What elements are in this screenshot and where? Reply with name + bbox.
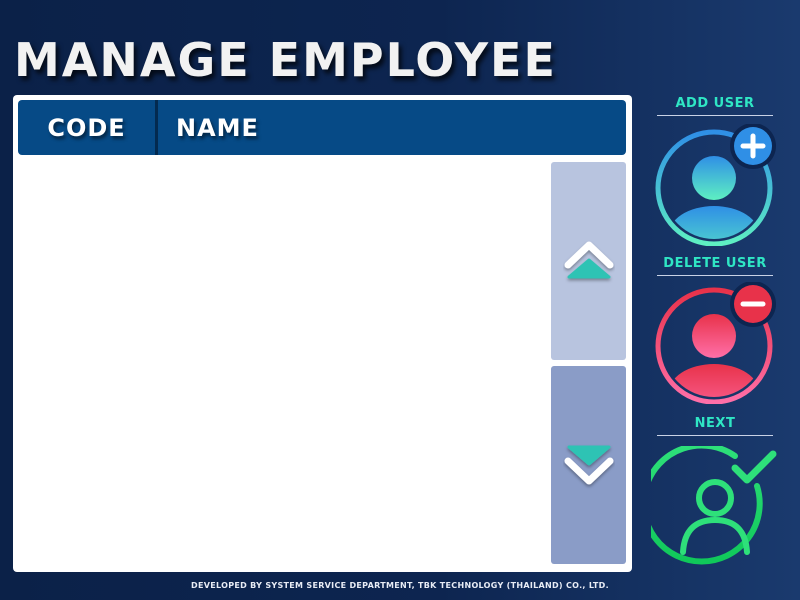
user-check-icon [640, 442, 777, 565]
page-title: Manage Employee [14, 33, 557, 87]
next-divider [657, 435, 773, 436]
employee-list[interactable] [18, 161, 543, 565]
table-header: CODE NAME [18, 100, 626, 155]
scroll-up-button[interactable] [551, 162, 626, 360]
footer-credit: DEVELOPED BY SYSTEM SERVICE DEPARTMENT, … [191, 581, 609, 590]
next-section: NEXT [655, 416, 775, 436]
column-header-code-label: CODE [47, 113, 126, 142]
employee-table-panel: CODE NAME [13, 95, 632, 572]
delete-user-divider [657, 275, 773, 276]
add-user-divider [657, 115, 773, 116]
add-user-icon [655, 123, 776, 247]
delete-user-label: DELETE USER [663, 256, 767, 271]
column-header-name: NAME [158, 100, 626, 155]
column-header-code: CODE [18, 100, 158, 155]
add-user-section: ADD USER [655, 96, 775, 116]
add-user-label: ADD USER [675, 96, 755, 111]
chevron-up-icon [564, 241, 613, 279]
next-button[interactable] [640, 442, 783, 576]
delete-user-icon [655, 281, 776, 405]
scroll-down-button[interactable] [551, 366, 626, 564]
delete-user-button[interactable] [653, 281, 783, 408]
delete-user-section: DELETE USER [655, 256, 775, 276]
next-label: NEXT [694, 416, 736, 431]
add-user-button[interactable] [653, 123, 783, 250]
chevron-down-icon [564, 445, 613, 485]
column-header-name-label: NAME [176, 113, 259, 142]
